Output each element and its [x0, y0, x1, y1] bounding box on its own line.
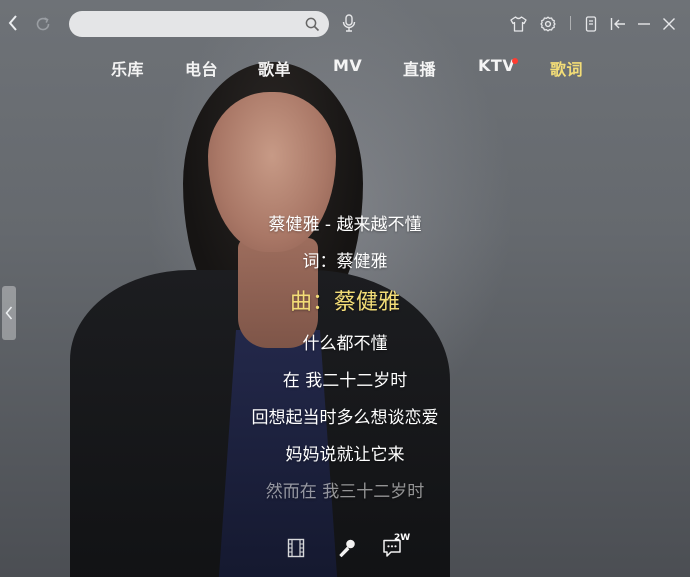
tab-ktv[interactable]: KTV	[478, 56, 515, 75]
lyric-line[interactable]: 妈妈说就让它来	[0, 440, 690, 465]
lyric-line[interactable]: 词：蔡健雅	[0, 247, 690, 272]
ktv-notification-dot	[512, 58, 518, 64]
title-bar	[0, 0, 690, 46]
tab-mv[interactable]: MV	[333, 56, 362, 75]
back-arrow-icon[interactable]	[4, 13, 22, 33]
search-icon[interactable]	[303, 15, 321, 33]
lyric-line[interactable]: 在 我二十二岁时	[0, 366, 690, 391]
search-box[interactable]	[69, 11, 329, 37]
lyric-line[interactable]: 回想起当时多么想谈恋爱	[0, 403, 690, 428]
minimize-icon[interactable]	[634, 14, 654, 34]
lyric-line[interactable]: 什么都不懂	[0, 329, 690, 354]
lyric-line-current[interactable]: 曲：蔡健雅	[0, 284, 690, 316]
skin-icon[interactable]	[508, 14, 528, 34]
main-nav: 乐库 电台 歌单 MV 直播 KTV 歌词	[0, 56, 690, 82]
close-icon[interactable]	[659, 14, 679, 34]
lyric-line[interactable]: 然而在 我三十二岁时	[0, 477, 690, 502]
refresh-icon[interactable]	[33, 14, 53, 34]
mini-mode-icon[interactable]	[581, 14, 601, 34]
voice-search-icon[interactable]	[339, 13, 359, 33]
tab-library[interactable]: 乐库	[111, 56, 144, 80]
sidebar-toggle-icon[interactable]	[607, 14, 629, 34]
comment-count-badge: 2W	[394, 533, 411, 543]
microphone-icon[interactable]	[337, 538, 359, 560]
lyric-line[interactable]: 蔡健雅 - 越来越不懂	[0, 210, 690, 235]
tab-live[interactable]: 直播	[403, 56, 436, 80]
search-input[interactable]	[81, 14, 301, 34]
tab-playlists[interactable]: 歌单	[258, 56, 291, 80]
toolbar-divider	[570, 16, 571, 30]
tab-radio[interactable]: 电台	[185, 56, 218, 80]
mv-film-icon[interactable]	[287, 538, 309, 560]
tab-lyrics[interactable]: 歌词	[550, 56, 583, 80]
settings-icon[interactable]	[538, 14, 558, 34]
